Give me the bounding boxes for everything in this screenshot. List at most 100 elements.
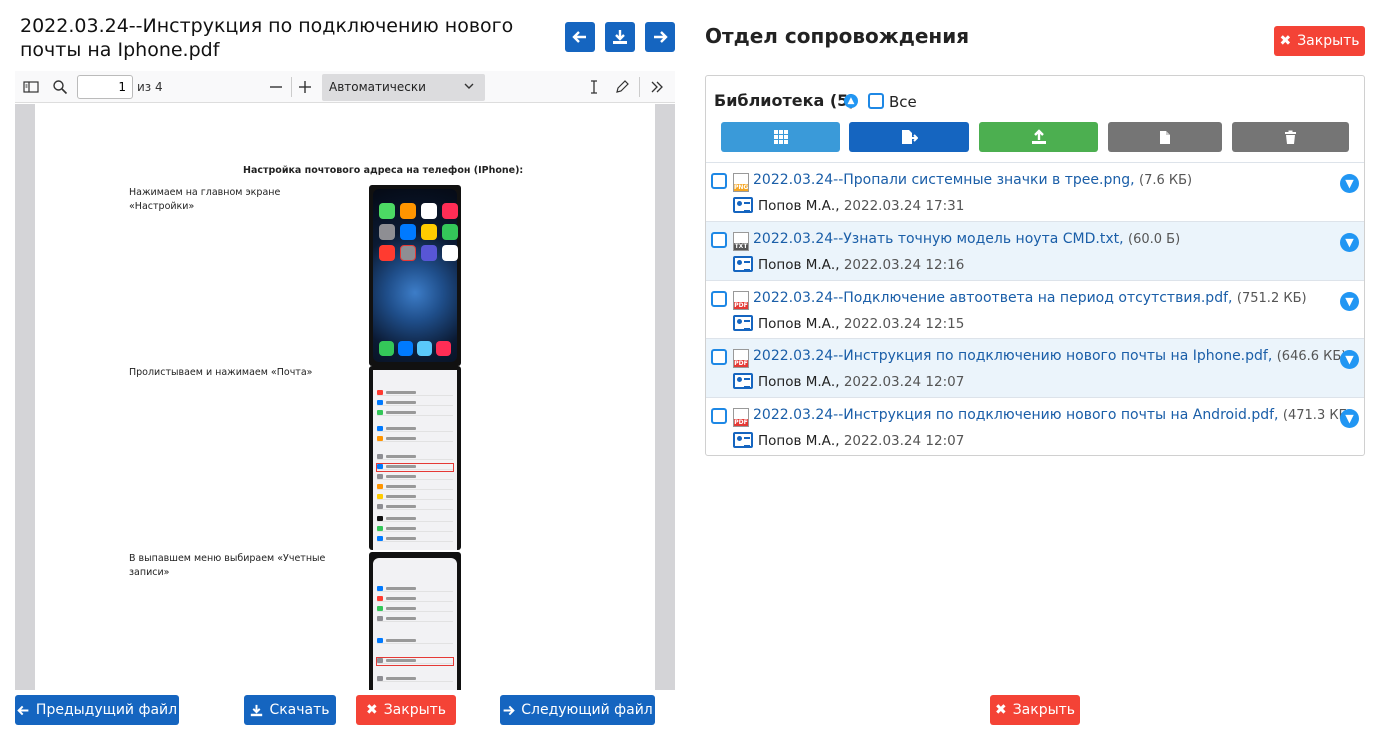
page-total-label: из 4 (137, 80, 163, 94)
file-row[interactable]: PNG 2022.03.24--Пропали системные значки… (706, 162, 1364, 221)
zoom-select-value: Автоматически (329, 80, 426, 94)
more-tools-icon[interactable] (649, 79, 665, 95)
sidebar-toggle-icon[interactable] (23, 79, 39, 95)
zoom-in-icon[interactable] (297, 79, 313, 95)
grid-view-button[interactable] (721, 122, 840, 152)
expand-chevron-icon[interactable]: ▼ (1340, 174, 1359, 193)
file-author: Попов М.А. (758, 257, 836, 273)
phone-home-screen (373, 189, 458, 362)
file-row[interactable]: PDF 2022.03.24--Подключение автоответа н… (706, 280, 1364, 339)
file-link[interactable]: 2022.03.24--Пропали системные значки в т… (753, 172, 1192, 188)
file-size: (60.0 Б) (1128, 232, 1181, 247)
phone-mail-settings (373, 558, 457, 690)
user-card-icon (733, 373, 753, 389)
file-name[interactable]: 2022.03.24--Пропали системные значки в т… (753, 172, 1130, 188)
previous-file-button[interactable]: Предыдущий файл (15, 695, 179, 725)
pdf-file-icon: PDF (733, 291, 749, 310)
user-card-icon (733, 315, 753, 331)
collapse-up-icon[interactable]: ▲ (844, 94, 858, 108)
close-icon: ✖ (1279, 33, 1292, 49)
expand-chevron-icon[interactable]: ▼ (1340, 409, 1359, 428)
document-step: Пролистываем и нажимаем «Почта» (129, 367, 313, 378)
toolbar-separator (291, 77, 292, 97)
download-button[interactable]: Скачать (244, 695, 336, 725)
upload-button[interactable] (979, 122, 1098, 152)
file-author-line: Попов М.А., 2022.03.24 12:15 (758, 316, 965, 332)
expand-chevron-icon[interactable]: ▼ (1340, 350, 1359, 369)
text-cursor-icon[interactable] (586, 79, 602, 95)
user-card-icon (733, 197, 753, 213)
document-step: Нажимаем на главном экране «Настройки» (129, 187, 281, 212)
arrow-right-icon (654, 31, 668, 43)
new-file-button[interactable] (1108, 122, 1222, 152)
file-checkbox[interactable] (711, 291, 727, 307)
file-name[interactable]: 2022.03.24--Узнать точную модель ноута C… (753, 231, 1119, 247)
file-checkbox[interactable] (711, 232, 727, 248)
file-date: 2022.03.24 12:16 (843, 257, 965, 273)
library-panel: Библиотека (5) ▲ Все PNG 2022.03.24--Про… (705, 75, 1365, 456)
file-row[interactable]: PDF 2022.03.24--Инструкция по подключени… (706, 397, 1364, 456)
png-file-icon: PNG (733, 173, 749, 192)
file-name[interactable]: 2022.03.24--Подключение автоответа на пе… (753, 290, 1228, 306)
file-link[interactable]: 2022.03.24--Инструкция по подключению но… (753, 348, 1346, 364)
next-file-icon-button[interactable] (645, 22, 675, 52)
library-heading: Библиотека (5) (714, 91, 856, 110)
page-number-input[interactable] (77, 75, 133, 99)
file-author-line: Попов М.А., 2022.03.24 17:31 (758, 198, 965, 214)
download-label: Скачать (269, 702, 330, 718)
file-name[interactable]: 2022.03.24--Инструкция по подключению но… (753, 407, 1274, 423)
search-icon[interactable] (52, 79, 68, 95)
delete-button[interactable] (1232, 122, 1349, 152)
file-date: 2022.03.24 12:07 (843, 374, 965, 390)
file-date: 2022.03.24 12:15 (843, 316, 965, 332)
file-link[interactable]: 2022.03.24--Инструкция по подключению но… (753, 407, 1353, 423)
pdf-page: Настройка почтового адреса на телефон (I… (35, 104, 655, 690)
upload-icon (1031, 129, 1046, 144)
previous-file-icon-button[interactable] (565, 22, 595, 52)
file-size: (646.6 КБ) (1276, 349, 1347, 364)
next-file-button[interactable]: Следующий файл (500, 695, 655, 725)
close-panel-button[interactable]: ✖ Закрыть (1274, 26, 1365, 56)
download-icon (613, 30, 627, 44)
file-link[interactable]: 2022.03.24--Узнать точную модель ноута C… (753, 231, 1180, 247)
move-file-button[interactable] (849, 122, 969, 152)
file-author-line: Попов М.А., 2022.03.24 12:16 (758, 257, 965, 273)
trash-icon (1285, 130, 1296, 144)
close-icon: ✖ (365, 702, 378, 718)
phone-home-screenshot (369, 185, 461, 366)
file-export-icon (902, 130, 918, 144)
zoom-out-icon[interactable] (268, 79, 284, 95)
file-checkbox[interactable] (711, 408, 727, 424)
close-panel-footer-button[interactable]: ✖ Закрыть (990, 695, 1080, 725)
pdf-file-icon: PDF (733, 349, 749, 368)
select-all-checkbox[interactable] (868, 93, 884, 109)
pdf-document-area[interactable]: Настройка почтового адреса на телефон (I… (15, 104, 675, 690)
download-icon (251, 704, 263, 716)
close-label: Закрыть (1012, 702, 1076, 718)
file-author: Попов М.А. (758, 316, 836, 332)
file-author: Попов М.А. (758, 433, 836, 449)
file-row[interactable]: TXT 2022.03.24--Узнать точную модель ноу… (706, 221, 1364, 280)
file-checkbox[interactable] (711, 173, 727, 189)
file-size: (751.2 КБ) (1236, 291, 1307, 306)
expand-chevron-icon[interactable]: ▼ (1340, 233, 1359, 252)
file-link[interactable]: 2022.03.24--Подключение автоответа на пе… (753, 290, 1307, 306)
department-title: Отдел сопровождения (705, 24, 970, 48)
phone-mail-screenshot (369, 552, 461, 690)
file-icon (1160, 130, 1170, 144)
close-viewer-button[interactable]: ✖ Закрыть (356, 695, 456, 725)
file-row[interactable]: PDF 2022.03.24--Инструкция по подключени… (706, 338, 1364, 397)
app-icon-grid (379, 203, 458, 261)
next-file-label: Следующий файл (521, 702, 653, 718)
pen-icon[interactable] (614, 79, 630, 95)
file-date: 2022.03.24 17:31 (843, 198, 965, 214)
arrow-right-icon (503, 705, 515, 715)
download-icon-button[interactable] (605, 22, 635, 52)
chevron-down-icon (464, 83, 474, 89)
zoom-select[interactable]: Автоматически (322, 74, 485, 101)
expand-chevron-icon[interactable]: ▼ (1340, 292, 1359, 311)
document-heading: Настройка почтового адреса на телефон (I… (243, 165, 524, 176)
file-name[interactable]: 2022.03.24--Инструкция по подключению но… (753, 348, 1268, 364)
close-label: Закрыть (1297, 33, 1360, 49)
file-checkbox[interactable] (711, 349, 727, 365)
